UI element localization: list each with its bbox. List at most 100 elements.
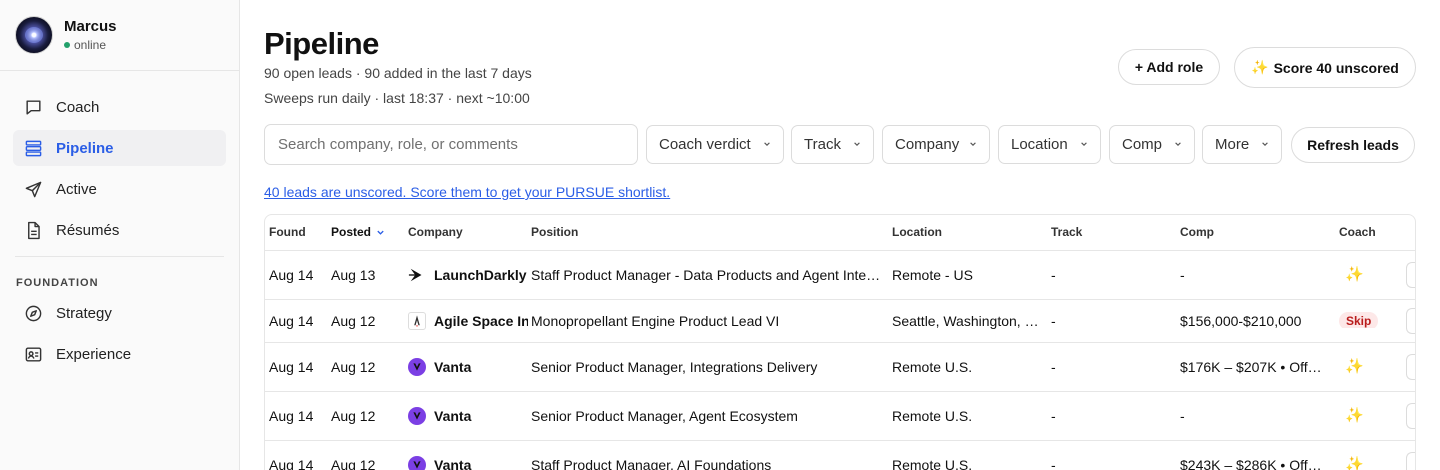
cell-position[interactable]: Senior Product Manager, Integrations Del… [531,359,883,375]
column-header-label: Posted [331,225,372,239]
sparkles-icon[interactable]: ✨ [1345,455,1364,470]
table-row[interactable]: Aug 14 Aug 12 Vanta Staff Product Manage… [265,441,1415,470]
sweep-schedule: Sweeps run daily · last 18:37 · next ~10… [264,90,530,106]
filter-company[interactable]: Company [882,125,990,164]
column-header-position[interactable]: Position [531,225,578,239]
compass-icon [25,305,42,321]
cell-position[interactable]: Monopropellant Engine Product Lead VI [531,313,883,329]
nav-item-experience[interactable]: Experience [13,336,226,372]
sort-descending-icon [377,230,384,235]
company-name: Agile Space Industries [434,313,528,329]
vanta-logo-icon [408,456,426,470]
cell-posted: Aug 12 [331,359,376,375]
column-header-posted[interactable]: Posted [331,225,385,239]
row-action-button[interactable] [1406,262,1415,288]
skip-badge: Skip [1339,312,1379,328]
search-input[interactable] [264,124,638,165]
vanta-logo-icon [408,407,426,425]
nav-item-resumes[interactable]: Résumés [13,212,226,248]
refresh-leads-button[interactable]: Refresh leads [1291,127,1415,163]
table-row[interactable]: Aug 14 Aug 12 Vanta Senior Product Manag… [265,392,1415,441]
unscored-leads-link[interactable]: 40 leads are unscored. Score them to get… [264,184,670,200]
chevron-down-icon [1262,142,1268,146]
leads-table: Found Posted Company Position Location T… [264,214,1416,470]
chevron-down-icon [1175,142,1181,146]
cell-company: Vanta [408,358,528,376]
row-action-button[interactable] [1406,308,1415,334]
cell-company: LaunchDarkly [408,266,528,284]
user-name: Marcus [64,18,117,35]
cell-location: Remote U.S. [892,359,973,375]
column-header-coach[interactable]: Coach [1339,225,1376,239]
cell-comp: $156,000-$210,000 [1180,313,1302,329]
list-icon [25,140,42,156]
cell-track: - [1051,313,1056,329]
nav-item-active[interactable]: Active [13,171,226,207]
nav-item-pipeline[interactable]: Pipeline [13,130,226,166]
company-name: Vanta [434,457,472,470]
avatar [15,16,53,54]
cell-location: Remote - US [892,267,973,283]
table-row[interactable]: Aug 14 Aug 12 Agile Space Industries Mon… [265,300,1415,343]
sparkles-icon[interactable]: ✨ [1345,265,1364,283]
nav-item-label: Strategy [56,304,112,322]
cell-company: Vanta [408,407,528,425]
section-label-foundation: FOUNDATION [16,277,99,289]
sparkles-icon[interactable]: ✨ [1345,357,1364,375]
cell-position[interactable]: Staff Product Manager - Data Products an… [531,267,883,283]
agile-space-logo-icon [408,312,426,330]
leads-summary: 90 open leads · 90 added in the last 7 d… [264,65,532,81]
cell-track: - [1051,457,1056,470]
id-card-icon [25,346,42,362]
cell-location: Remote U.S. [892,457,973,470]
table-row[interactable]: Aug 14 Aug 12 Vanta Senior Product Manag… [265,343,1415,392]
chevron-down-icon [1081,142,1087,146]
filter-coach-verdict[interactable]: Coach verdict [646,125,784,164]
coach-verdict-badge[interactable]: Skip [1339,312,1379,328]
cell-posted: Aug 12 [331,457,376,470]
document-icon [28,221,40,239]
column-header-company[interactable]: Company [408,225,463,239]
cell-company: Agile Space Industries [408,312,528,330]
filter-more[interactable]: More [1202,125,1282,164]
cell-found: Aug 14 [269,359,314,375]
cell-found: Aug 14 [269,267,314,283]
filter-location[interactable]: Location [998,125,1101,164]
column-header-found[interactable]: Found [269,225,306,239]
sparkles-icon[interactable]: ✨ [1345,406,1364,424]
nav-item-strategy[interactable]: Strategy [13,295,226,331]
filter-track[interactable]: Track [791,125,874,164]
cell-location: Seattle, Washington, United States [892,313,1040,329]
column-header-location[interactable]: Location [892,225,942,239]
cell-comp: - [1180,267,1185,283]
cell-found: Aug 14 [269,313,314,329]
cell-comp: - [1180,408,1185,424]
table-row[interactable]: Aug 14 Aug 13 LaunchDarkly Staff Product… [265,251,1415,300]
paper-plane-icon [25,181,42,197]
page-title: Pipeline [264,26,379,61]
row-action-button[interactable] [1406,354,1415,380]
filter-comp[interactable]: Comp [1109,125,1195,164]
online-status-dot [64,42,70,48]
cell-track: - [1051,408,1056,424]
company-name: Vanta [434,359,472,375]
user-status: online [64,38,117,52]
filter-label: Track [804,136,841,153]
filter-label: More [1215,136,1250,153]
sidebar: Marcus online Coach Pipeline Active Résu… [0,0,240,470]
nav-item-label: Active [56,180,97,198]
row-action-button[interactable] [1406,403,1415,429]
cell-company: Vanta [408,456,528,470]
user-profile[interactable]: Marcus online [0,0,239,71]
cell-found: Aug 14 [269,408,314,424]
column-header-comp[interactable]: Comp [1180,225,1214,239]
row-action-button[interactable] [1406,452,1415,470]
cell-position[interactable]: Staff Product Manager, AI Foundations [531,457,883,470]
cell-position[interactable]: Senior Product Manager, Agent Ecosystem [531,408,883,424]
column-header-track[interactable]: Track [1051,225,1082,239]
cell-posted: Aug 13 [331,267,376,283]
score-unscored-button[interactable]: ✨ Score 40 unscored [1234,47,1416,88]
cell-track: - [1051,359,1056,375]
add-role-button[interactable]: + Add role [1118,49,1220,85]
nav-item-coach[interactable]: Coach [13,89,226,125]
